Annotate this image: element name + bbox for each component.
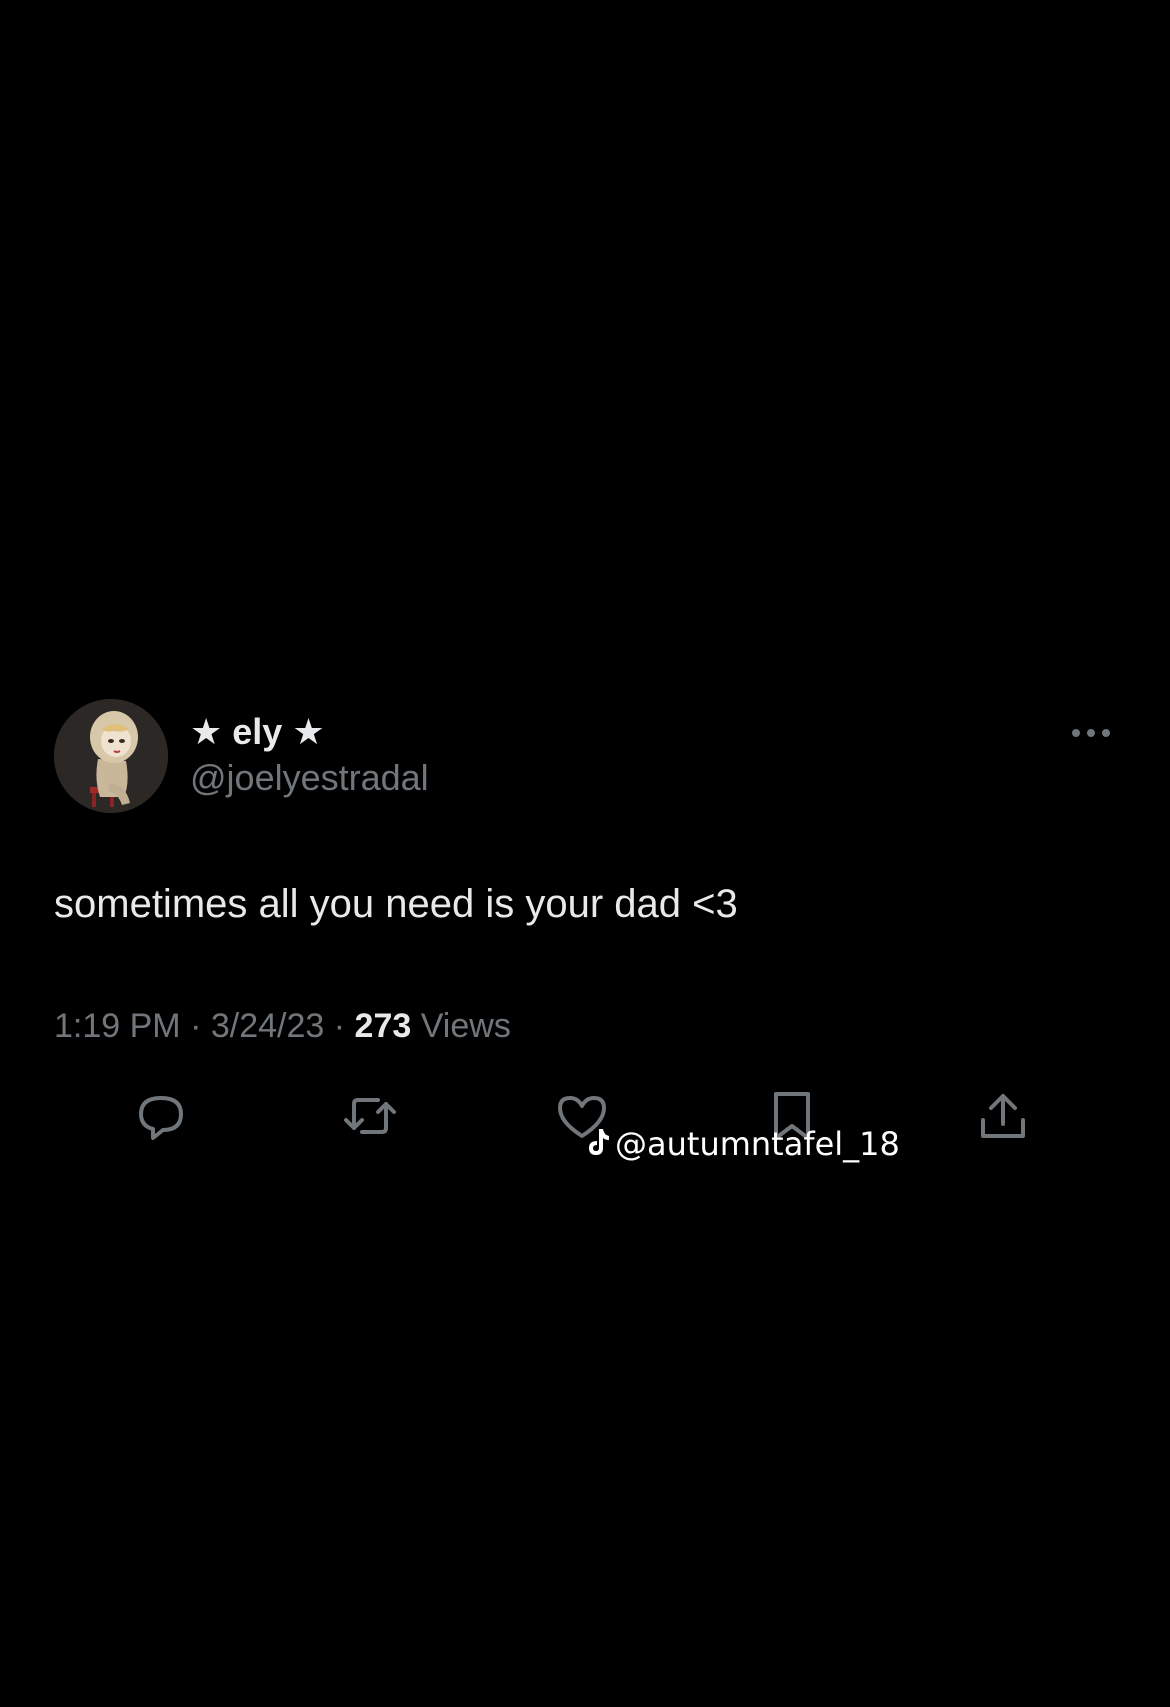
user-handle[interactable]: @joelyestradal — [190, 756, 429, 800]
tiktok-icon — [585, 1126, 611, 1166]
watermark: @autumntafel_18 — [585, 1124, 900, 1166]
reply-button[interactable] — [131, 1088, 191, 1144]
avatar[interactable] — [54, 699, 168, 813]
meta-separator: · — [333, 1007, 346, 1045]
display-name[interactable]: ★ ely ★ — [190, 710, 325, 754]
watermark-text: @autumntafel_18 — [615, 1125, 900, 1163]
tweet-meta: 1:19 PM · 3/24/23 · 273 Views — [54, 1004, 511, 1048]
views-label[interactable]: Views — [421, 1007, 511, 1045]
retweet-icon — [344, 1098, 396, 1134]
tweet-date[interactable]: 3/24/23 — [211, 1007, 324, 1045]
more-options-button[interactable] — [1070, 718, 1112, 748]
tweet-text: sometimes all you need is your dad <3 — [54, 882, 738, 926]
tweet-time[interactable]: 1:19 PM — [54, 1007, 181, 1045]
avatar-image — [54, 699, 168, 813]
share-icon — [981, 1094, 1025, 1138]
reply-icon — [139, 1096, 183, 1140]
share-button[interactable] — [973, 1088, 1033, 1144]
more-dots-icon — [1072, 729, 1110, 737]
retweet-button[interactable] — [340, 1088, 400, 1144]
meta-separator: · — [190, 1007, 202, 1045]
views-count[interactable]: 273 — [355, 1007, 412, 1045]
